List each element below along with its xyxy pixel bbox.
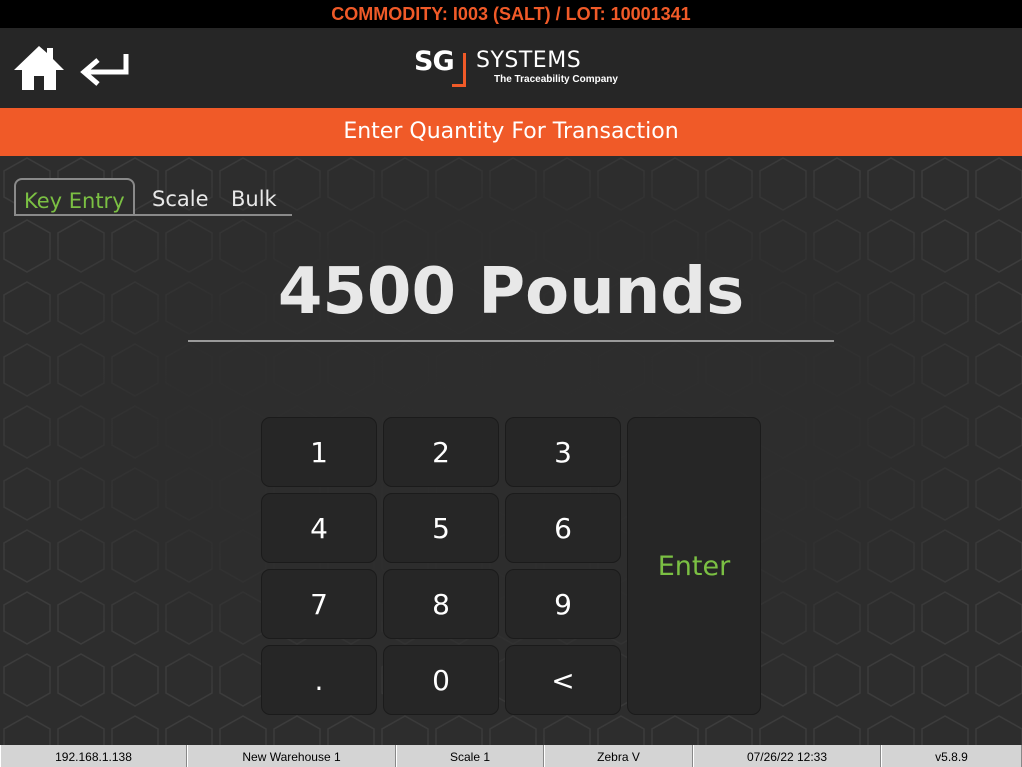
status-version: v5.8.9 [881, 745, 1022, 767]
page-title: Enter Quantity For Transaction [0, 108, 1022, 156]
back-button[interactable] [78, 48, 132, 88]
key-3[interactable]: 3 [505, 417, 621, 487]
commodity-lot-banner: COMMODITY: I003 (SALT) / LOT: 10001341 [0, 0, 1022, 28]
quantity-underline [188, 340, 834, 342]
logo-sg-text: SG [414, 46, 455, 77]
tab-bulk[interactable]: Bulk [231, 178, 277, 214]
status-datetime: 07/26/22 12:33 [693, 745, 881, 767]
logo-systems-text: SYSTEMS [476, 48, 582, 73]
key-0[interactable]: 0 [383, 645, 499, 715]
home-button[interactable] [12, 44, 66, 92]
key-2[interactable]: 2 [383, 417, 499, 487]
key-7[interactable]: 7 [261, 569, 377, 639]
key-decimal[interactable]: . [261, 645, 377, 715]
key-8[interactable]: 8 [383, 569, 499, 639]
main-panel: Key Entry Scale Bulk 4500 Pounds 1 2 3 4… [0, 156, 1022, 745]
key-9[interactable]: 9 [505, 569, 621, 639]
header-bar: SG SYSTEMS The Traceability Company [0, 28, 1022, 108]
key-backspace[interactable]: < [505, 645, 621, 715]
enter-button[interactable]: Enter [627, 417, 761, 715]
status-scale: Scale 1 [396, 745, 544, 767]
entry-mode-tabs: Key Entry Scale Bulk [14, 178, 292, 216]
logo-bracket [452, 53, 466, 87]
tab-key-entry[interactable]: Key Entry [14, 178, 135, 214]
home-icon [14, 46, 64, 90]
key-1[interactable]: 1 [261, 417, 377, 487]
tab-scale[interactable]: Scale [152, 178, 209, 214]
key-5[interactable]: 5 [383, 493, 499, 563]
logo-tagline: The Traceability Company [494, 74, 618, 85]
key-4[interactable]: 4 [261, 493, 377, 563]
status-printer: Zebra V [544, 745, 693, 767]
return-arrow-icon [80, 54, 129, 86]
sg-systems-logo: SG SYSTEMS The Traceability Company [414, 46, 624, 90]
status-warehouse: New Warehouse 1 [187, 745, 396, 767]
key-6[interactable]: 6 [505, 493, 621, 563]
quantity-display: 4500 Pounds [277, 255, 745, 329]
status-bar: 192.168.1.138 New Warehouse 1 Scale 1 Ze… [0, 745, 1022, 767]
status-ip-address: 192.168.1.138 [0, 745, 187, 767]
